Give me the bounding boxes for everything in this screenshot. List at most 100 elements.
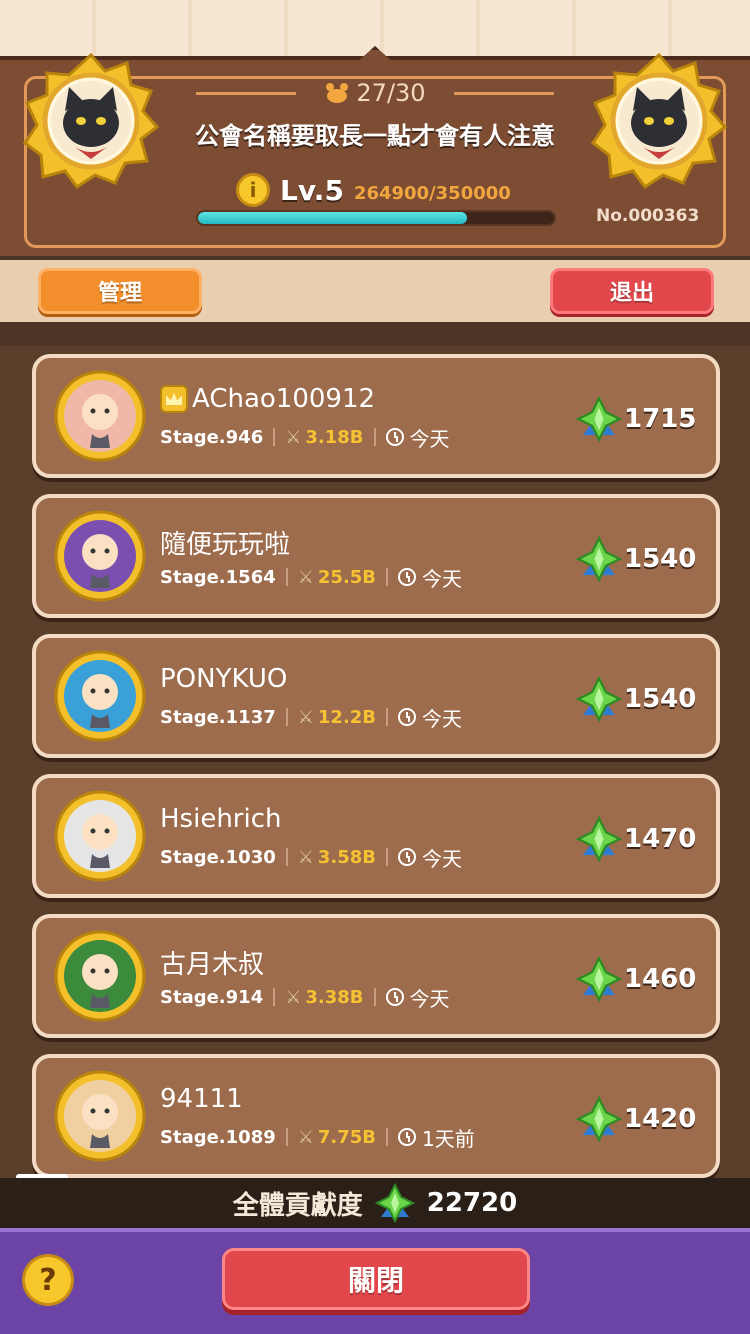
total-contribution-label: 全體貢獻度 [232, 1190, 363, 1221]
coin-icon: i [236, 173, 270, 207]
member-power-value: 3.38B [305, 986, 364, 1008]
guild-exp: 264900/350000 [353, 182, 511, 204]
member-contribution-value: 1540 [624, 684, 697, 714]
member-avatar [54, 370, 146, 462]
member-card[interactable]: AChao100912 Stage.946 ⚔ 3.18B 今天 1715 [32, 354, 720, 478]
stats-divider [285, 1128, 288, 1146]
stats-divider [386, 848, 389, 866]
member-stage: Stage.1564 [160, 566, 276, 588]
member-name-row: 94111 [160, 1084, 243, 1114]
member-power-value: 7.75B [317, 1126, 377, 1148]
member-last-active: 今天 [398, 843, 462, 872]
clock-icon [398, 848, 417, 866]
crown-icon [160, 385, 188, 413]
clock-icon [398, 1128, 417, 1146]
guild-emblem-right-icon [590, 52, 728, 190]
member-name-row: 隨便玩玩啦 [160, 524, 290, 561]
guild-name: 公會名稱要取長一點才會有人注意 [195, 122, 555, 150]
member-last-active-value: 1天前 [422, 1126, 475, 1151]
member-last-active: 今天 [385, 983, 450, 1012]
exp-progress-fill [198, 212, 468, 224]
member-name: PONYKUO [160, 664, 288, 694]
member-name: Hsiehrich [160, 804, 282, 834]
stats-divider [285, 708, 288, 726]
member-name: 古月木叔 [160, 950, 265, 980]
member-name-row: PONYKUO [160, 664, 287, 694]
member-avatar [54, 930, 146, 1022]
member-card[interactable]: PONYKUO Stage.1137 ⚔ 12.2B 今天 1540 [32, 634, 720, 758]
member-card[interactable]: Hsiehrich Stage.1030 ⚔ 3.58B 今天 1470 [32, 774, 720, 898]
paw-icon [326, 83, 349, 103]
member-stats: Stage.914 ⚔ 3.38B 今天 [160, 983, 450, 1012]
member-stats: Stage.1137 ⚔ 12.2B 今天 [160, 704, 463, 731]
clock-icon [398, 568, 417, 586]
sword-icon: ⚔ [297, 1126, 314, 1148]
member-stage: Stage.1030 [160, 846, 276, 868]
sword-icon: ⚔ [297, 846, 314, 868]
member-stats: Stage.1089 ⚔ 7.75B 1天前 [160, 1123, 475, 1152]
member-name: 94111 [160, 1084, 243, 1114]
stats-divider [386, 708, 389, 726]
members-divider-left [196, 92, 296, 95]
stats-divider [285, 848, 288, 866]
member-last-active: 1天前 [398, 1123, 475, 1152]
green-clover-icon [576, 536, 622, 582]
member-contribution: 1715 [576, 396, 696, 442]
member-power-value: 3.18B [305, 426, 364, 448]
member-contribution-value: 1715 [624, 404, 697, 434]
member-power: ⚔ 3.38B [285, 987, 363, 1008]
member-name-row: 古月木叔 [160, 944, 264, 981]
member-name: 隨便玩玩啦 [160, 530, 291, 560]
member-avatar [54, 510, 146, 602]
guild-level-row: i Lv.5 264900/350000 [236, 170, 511, 210]
member-last-active-value: 今天 [422, 706, 463, 731]
stats-divider [273, 428, 276, 446]
close-button[interactable]: 關閉 [222, 1248, 530, 1310]
member-list[interactable]: AChao100912 Stage.946 ⚔ 3.18B 今天 1715 隨便… [0, 322, 750, 1178]
guild-emblem-left-icon [22, 52, 160, 190]
help-button[interactable]: ? [22, 1254, 74, 1306]
member-power: ⚔ 7.75B [298, 1127, 376, 1148]
member-contribution: 1540 [576, 536, 696, 582]
member-contribution: 1540 [576, 676, 696, 722]
green-clover-icon [576, 676, 622, 722]
member-name-row: AChao100912 [160, 384, 375, 414]
member-last-active-value: 今天 [422, 846, 463, 871]
member-card[interactable]: 94111 Stage.1089 ⚔ 7.75B 1天前 1420 [32, 1054, 720, 1178]
member-count: 27/30 [290, 76, 460, 110]
member-power: ⚔ 3.18B [285, 427, 363, 448]
member-name-row: Hsiehrich [160, 804, 281, 834]
green-clover-icon [576, 1096, 622, 1142]
member-power-value: 12.2B [317, 706, 377, 728]
member-power: ⚔ 12.2B [298, 707, 376, 728]
exit-guild-button[interactable]: 退出 [550, 268, 714, 314]
green-clover-icon [576, 816, 622, 862]
sword-icon: ⚔ [285, 426, 302, 448]
green-clover-icon [576, 956, 622, 1002]
member-last-active-value: 今天 [409, 986, 450, 1011]
manage-button[interactable]: 管理 [38, 268, 202, 314]
stats-divider [386, 568, 389, 586]
guild-level: Lv.5 [280, 173, 344, 207]
member-contribution: 1470 [576, 816, 696, 862]
member-last-active-value: 今天 [422, 566, 463, 591]
member-avatar [54, 790, 146, 882]
member-contribution-value: 1540 [624, 544, 697, 574]
stats-divider [373, 988, 376, 1006]
stats-divider [273, 988, 276, 1006]
green-clover-icon [576, 396, 622, 442]
member-stage: Stage.946 [160, 426, 264, 448]
member-power: ⚔ 3.58B [298, 847, 376, 868]
member-contribution-value: 1470 [624, 824, 697, 854]
member-contribution: 1420 [576, 1096, 696, 1142]
stats-divider [386, 1128, 389, 1146]
stats-divider [285, 568, 288, 586]
members-divider-right [454, 92, 554, 95]
green-clover-icon [374, 1183, 415, 1223]
member-stats: Stage.1030 ⚔ 3.58B 今天 [160, 843, 462, 872]
member-stats: Stage.946 ⚔ 3.18B 今天 [160, 424, 450, 451]
guild-number: No.000363 [596, 206, 700, 226]
member-card[interactable]: 古月木叔 Stage.914 ⚔ 3.38B 今天 1460 [32, 914, 720, 1038]
member-stage: Stage.914 [160, 986, 264, 1008]
member-card[interactable]: 隨便玩玩啦 Stage.1564 ⚔ 25.5B 今天 1540 [32, 494, 720, 618]
